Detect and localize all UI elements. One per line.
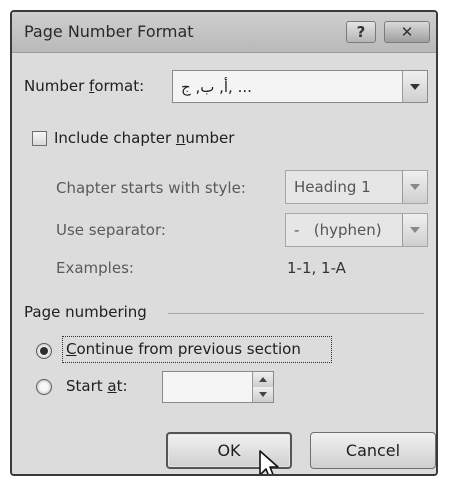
start-at-label[interactable]: Start at: bbox=[66, 377, 128, 395]
page-number-format-dialog: Page Number Format ? ✕ Number format: أ,… bbox=[10, 10, 438, 476]
examples-label: Examples: bbox=[56, 259, 134, 277]
include-chapter-checkbox[interactable] bbox=[32, 131, 47, 146]
dialog-title: Page Number Format bbox=[24, 22, 194, 41]
separator-label: Use separator: bbox=[56, 221, 166, 239]
number-format-value: أ, ب, ج, ... bbox=[181, 77, 252, 96]
chapter-style-value: Heading 1 bbox=[294, 178, 371, 196]
separator-value: - (hyphen) bbox=[294, 221, 382, 239]
include-chapter-label[interactable]: Include chapter number bbox=[54, 129, 234, 147]
group-divider bbox=[168, 313, 424, 314]
number-format-label: Number format: bbox=[24, 77, 145, 95]
start-at-radio[interactable] bbox=[36, 379, 52, 395]
spin-down-icon[interactable] bbox=[253, 387, 273, 402]
chevron-down-icon[interactable] bbox=[402, 171, 427, 203]
cancel-button[interactable]: Cancel bbox=[310, 432, 436, 469]
mouse-pointer-icon bbox=[259, 450, 279, 474]
title-bar: Page Number Format ? ✕ bbox=[12, 12, 436, 53]
chevron-down-icon[interactable] bbox=[402, 214, 427, 246]
number-format-dropdown[interactable]: أ, ب, ج, ... bbox=[172, 70, 428, 103]
close-button[interactable]: ✕ bbox=[384, 21, 430, 43]
help-button[interactable]: ? bbox=[346, 21, 376, 43]
page-numbering-group-label: Page numbering bbox=[24, 303, 147, 321]
separator-dropdown[interactable]: - (hyphen) bbox=[285, 213, 428, 247]
examples-value: 1-1, 1-A bbox=[287, 259, 346, 277]
dialog-body: Number format: أ, ب, ج, ... Include chap… bbox=[12, 53, 436, 474]
spin-up-icon[interactable] bbox=[253, 372, 273, 388]
start-at-spinner[interactable] bbox=[162, 371, 274, 403]
continue-radio[interactable] bbox=[36, 343, 52, 359]
chapter-style-dropdown[interactable]: Heading 1 bbox=[285, 170, 428, 204]
chapter-style-label: Chapter starts with style: bbox=[56, 179, 246, 197]
continue-label[interactable]: Continue from previous section bbox=[66, 340, 301, 358]
chevron-down-icon[interactable] bbox=[402, 71, 427, 102]
spinner-buttons bbox=[252, 372, 273, 402]
